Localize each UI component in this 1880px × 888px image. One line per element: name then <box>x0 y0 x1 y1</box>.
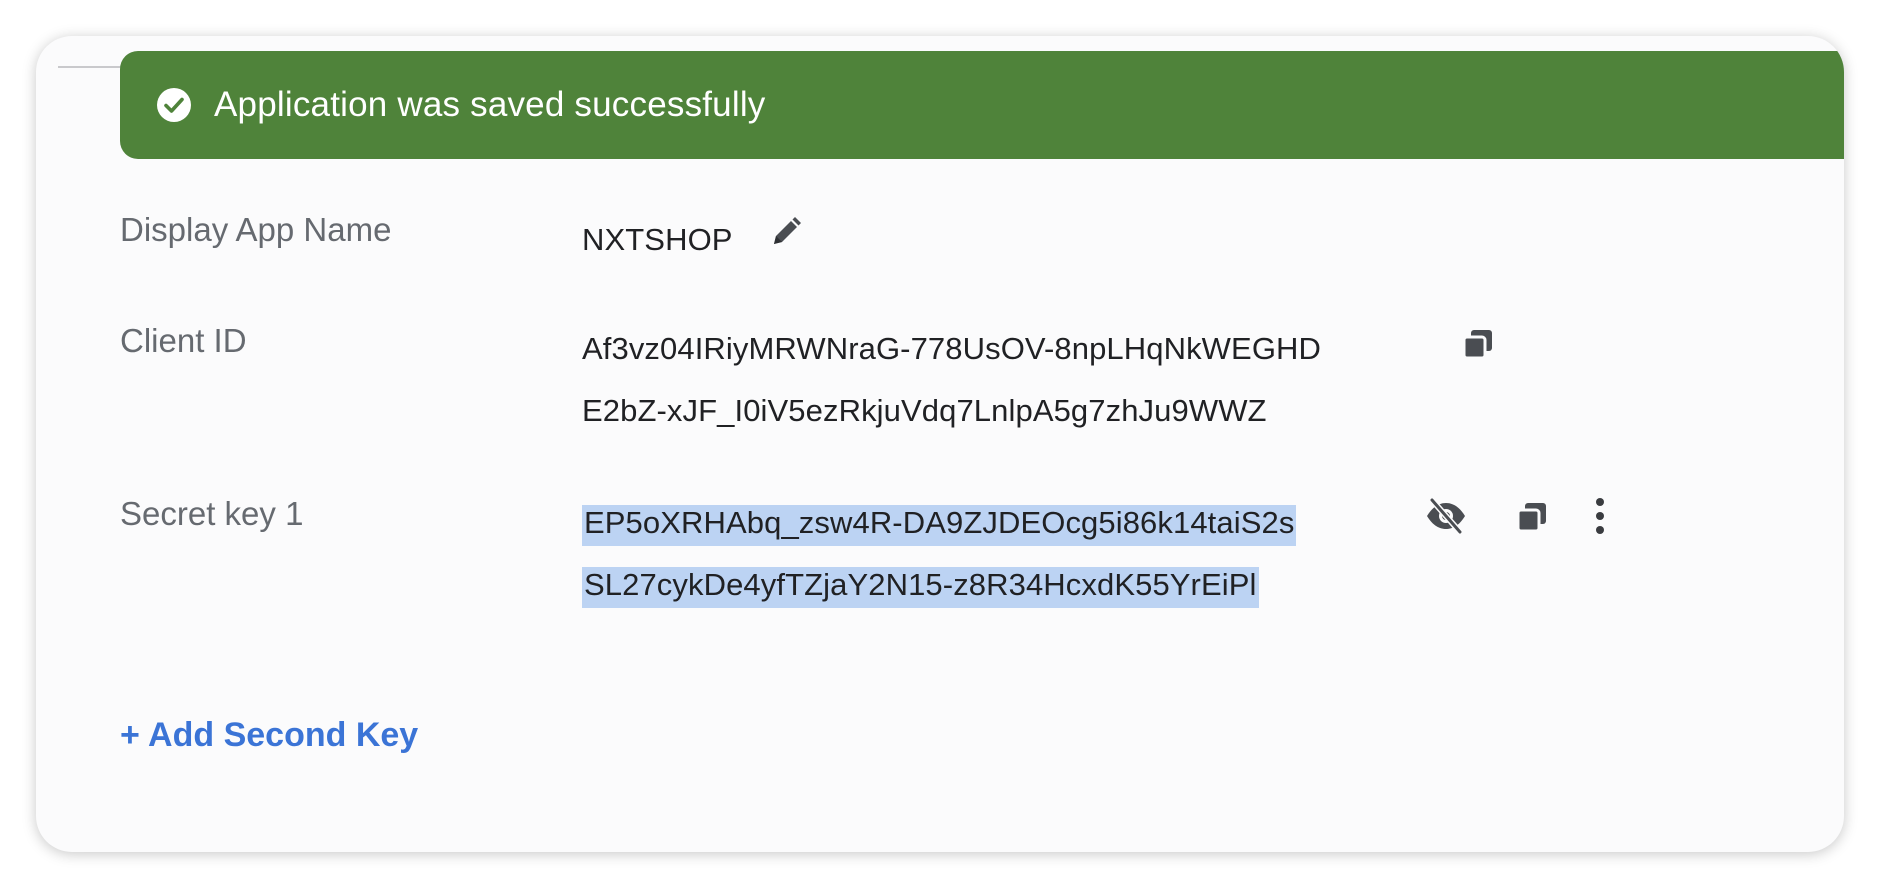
add-second-key-link[interactable]: + Add Second Key <box>120 716 418 755</box>
success-message: Application was saved successfully <box>214 85 766 124</box>
secret-key-line-1[interactable]: EP5oXRHAbq_zsw4R-DA9ZJDEOcg5i86k14taiS2s <box>582 492 1297 554</box>
app-name-label: Display App Name <box>120 211 392 248</box>
more-vertical-icon <box>1596 498 1604 534</box>
copy-icon <box>1516 503 1546 533</box>
copy-client-id-button[interactable] <box>1454 320 1502 368</box>
secret-key-more-button[interactable] <box>1576 492 1624 540</box>
secret-key-label: Secret key 1 <box>120 495 304 532</box>
app-credentials-card: Application was saved successfully Displ… <box>36 36 1844 852</box>
eye-off-icon <box>1427 497 1465 535</box>
client-id-line-2: E2bZ-xJF_I0iV5ezRkjuVdq7LnlpA5g7zhJu9WWZ <box>582 393 1267 428</box>
success-banner: Application was saved successfully <box>120 51 1844 159</box>
check-circle-icon <box>157 88 191 122</box>
client-id-label: Client ID <box>120 322 247 359</box>
client-id-line-1: Af3vz04IRiyMRWNraG-778UsOV-8npLHqNkWEGHD <box>582 331 1322 366</box>
pencil-icon <box>774 217 801 244</box>
app-name-value: NXTSHOP <box>582 222 733 257</box>
copy-icon <box>1462 330 1492 360</box>
secret-key-line-2[interactable]: SL27cykDe4yfTZjaY2N15-z8R34HcxdK55YrEiPl <box>582 554 1259 616</box>
edit-app-name-button[interactable] <box>762 208 810 256</box>
toggle-secret-visibility-button[interactable] <box>1422 492 1470 540</box>
copy-secret-key-button[interactable] <box>1508 493 1556 541</box>
secret-key-selection-2: SL27cykDe4yfTZjaY2N15-z8R34HcxdK55YrEiPl <box>582 567 1259 608</box>
secret-key-selection-1: EP5oXRHAbq_zsw4R-DA9ZJDEOcg5i86k14taiS2s <box>582 505 1297 546</box>
